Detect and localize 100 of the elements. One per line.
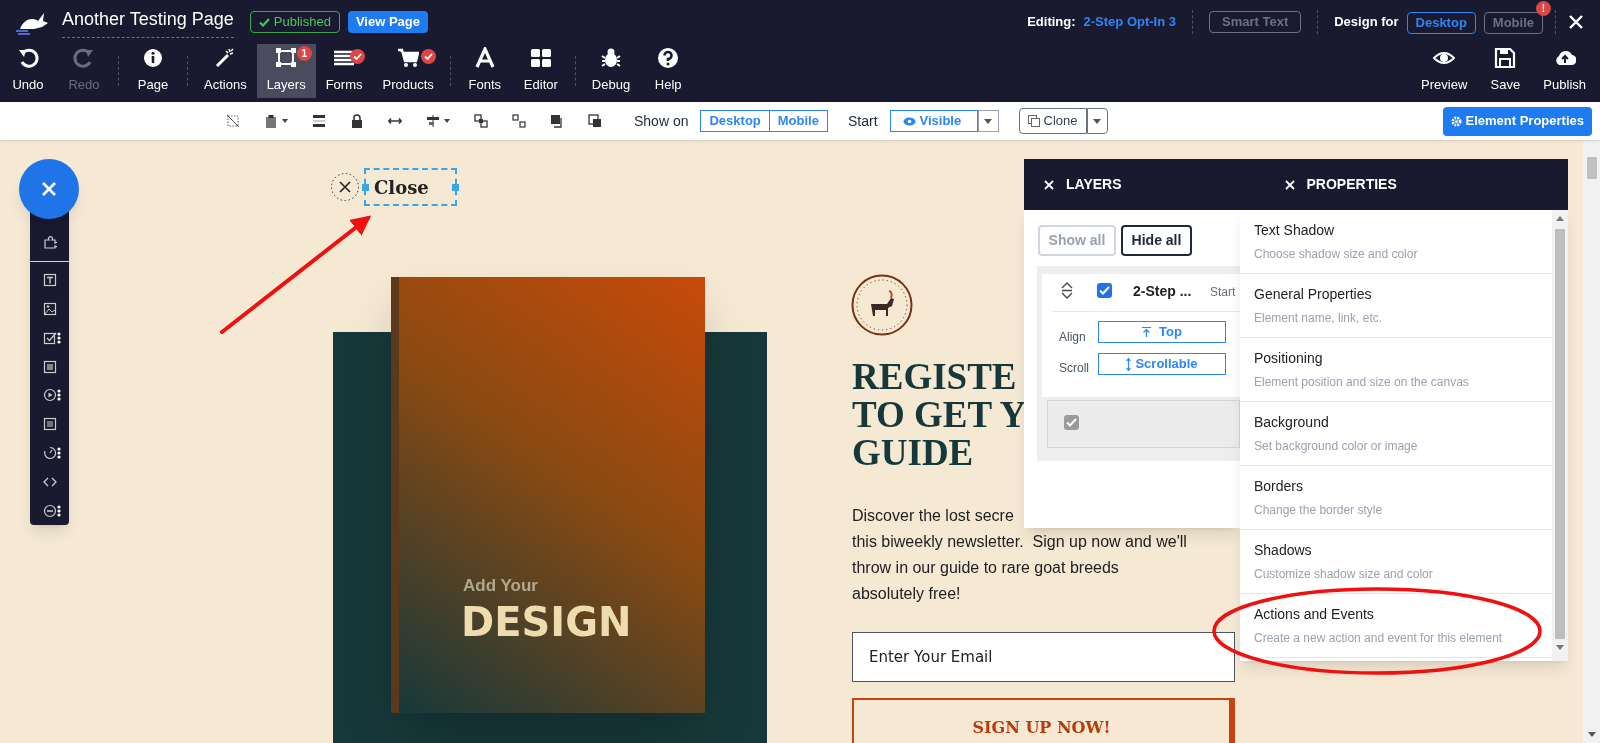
visible-dropdown[interactable]: Visible	[889, 110, 978, 132]
ungroup-icon	[512, 114, 526, 128]
caret-icon	[1093, 118, 1101, 124]
toolbar-button[interactable]: Publish	[1533, 44, 1596, 98]
tool-button[interactable]	[426, 114, 450, 128]
close-icon	[41, 181, 57, 197]
scrollbar-thumb[interactable]	[1586, 157, 1597, 179]
close-icon[interactable]	[330, 172, 360, 202]
toolbar-button[interactable]: Help	[640, 44, 697, 98]
gear-icon	[1450, 115, 1462, 127]
bug-icon	[600, 47, 622, 70]
caret-button[interactable]	[977, 110, 999, 132]
toolbar-button[interactable]: Page	[125, 44, 181, 98]
video-icon	[42, 388, 57, 403]
info-icon	[142, 47, 164, 70]
published-badge: Published	[249, 11, 340, 33]
paragraph-line: absolutely free!	[852, 584, 962, 604]
headline-text: GUIDE	[852, 434, 975, 472]
caret-icon	[282, 119, 288, 123]
toolbar-button[interactable]: Layers 1	[256, 44, 316, 98]
clone-button[interactable]: Clone	[1018, 108, 1087, 134]
image-icon	[42, 302, 57, 316]
page-title[interactable]: Another Testing Page	[62, 6, 234, 38]
element-properties-button[interactable]: Element Properties	[1442, 106, 1592, 136]
align-top-button[interactable]: Top	[1098, 321, 1226, 343]
view-page-button[interactable]: View Page	[347, 11, 428, 33]
front-icon	[550, 114, 564, 128]
toolbar-button[interactable]: Actions	[194, 44, 257, 98]
no-crop-icon	[226, 114, 240, 128]
layer-checkbox[interactable]	[1097, 283, 1112, 298]
timer-icon	[42, 445, 57, 460]
cover-kicker: Add Your	[463, 575, 538, 597]
caret-button[interactable]	[1086, 108, 1108, 134]
headline-text: REGISTE	[852, 358, 1018, 396]
count-badge: 1	[296, 46, 312, 61]
hide-all-button[interactable]: Hide all	[1121, 225, 1192, 256]
more-icon	[57, 331, 61, 344]
save-icon	[1494, 47, 1517, 70]
form-icon	[42, 417, 57, 432]
undo-icon	[17, 47, 39, 70]
tool-button[interactable]	[550, 114, 564, 128]
layer-start-label: Start	[1210, 284, 1236, 301]
grid-icon	[529, 47, 552, 70]
scroll-down-icon[interactable]	[1587, 732, 1596, 737]
goat-logo	[851, 274, 913, 336]
toolbar-button[interactable]: Save	[1477, 44, 1534, 98]
tool-button[interactable]	[512, 114, 526, 128]
copy-icon	[1027, 115, 1040, 127]
toolbar-button[interactable]: Debug	[581, 44, 641, 98]
toolbar-button[interactable]: Fonts	[456, 44, 513, 98]
sort-icon[interactable]	[1061, 282, 1073, 299]
align-top-icon	[1142, 327, 1152, 337]
smart-text-button[interactable]: Smart Text	[1209, 11, 1302, 33]
box-icon	[42, 359, 57, 374]
close-fab-button[interactable]	[19, 159, 79, 219]
toolbar-button[interactable]: Editor	[512, 44, 569, 98]
toolbar-button[interactable]: Undo	[0, 44, 56, 98]
caret-icon	[444, 119, 450, 123]
tool-button[interactable]	[312, 114, 326, 128]
scrollbar-thumb[interactable]	[1555, 229, 1565, 639]
scrollable-button[interactable]: Scrollable	[1098, 353, 1226, 375]
design-for-label: Design for	[1334, 13, 1399, 32]
more-icon	[57, 446, 61, 459]
toolbar-button[interactable]: Forms	[315, 44, 373, 98]
align-icon	[426, 114, 440, 128]
scrollbar[interactable]	[1552, 210, 1568, 661]
layer-name[interactable]: 2-Step ...	[1133, 281, 1192, 302]
editing-link[interactable]: 2-Step Opt-In 3	[1083, 12, 1176, 32]
tool-button[interactable]	[226, 114, 240, 128]
scroll-label: Scroll	[1059, 360, 1089, 377]
scroll-down-icon[interactable]	[1556, 645, 1564, 650]
text-icon	[42, 273, 57, 288]
minus-icon	[42, 503, 57, 518]
close-text[interactable]: Close	[364, 168, 457, 206]
headline-text: TO GET Y	[852, 396, 1027, 434]
email-field[interactable]: Enter Your Email	[852, 632, 1235, 682]
paragraph-line: this biweekly newsletter. Sign up now and we'll	[852, 532, 1187, 552]
check-icon	[258, 17, 270, 27]
caret-icon	[984, 118, 993, 124]
tool-button[interactable]	[474, 114, 488, 128]
vertical-arrows-icon	[1126, 357, 1132, 371]
design-for-tab[interactable]: Desktop	[1406, 11, 1476, 34]
lock-icon	[350, 114, 364, 128]
show-on-toggle[interactable]: Desktop	[700, 110, 770, 132]
more-icon	[57, 389, 61, 402]
sign-up-button[interactable]: SIGN UP NOW!	[852, 698, 1235, 743]
toolbar-button[interactable]: Products	[372, 44, 444, 98]
tool-button[interactable]	[588, 114, 602, 128]
bars-icon	[312, 114, 326, 128]
page-scrollbar[interactable]	[1583, 140, 1600, 743]
cart-icon	[397, 47, 420, 70]
show-on-toggle[interactable]: Mobile	[769, 110, 828, 132]
wand-icon	[214, 47, 237, 70]
scroll-up-icon[interactable]	[1556, 216, 1564, 221]
toolbar-button[interactable]: Preview	[1411, 44, 1478, 98]
start-label: Start	[847, 111, 878, 131]
check-icon	[1066, 418, 1077, 427]
tool-button[interactable]	[350, 114, 364, 128]
sublayer-checkbox[interactable]	[1064, 415, 1079, 430]
tool-button[interactable]	[264, 114, 288, 128]
